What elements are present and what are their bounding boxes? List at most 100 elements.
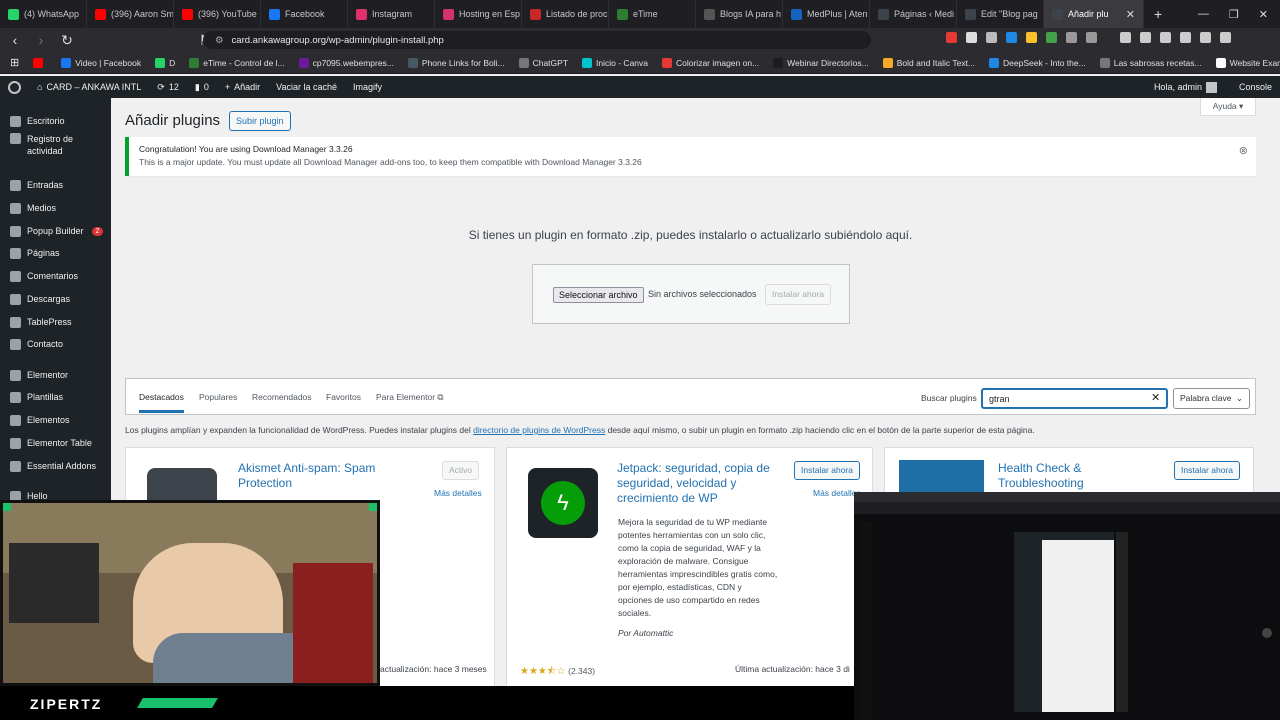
sidebar-item[interactable]: Elementor Table <box>0 432 111 454</box>
tab-favorites[interactable]: Favoritos <box>326 392 361 402</box>
extension-icon[interactable] <box>1006 32 1017 43</box>
bookmark-item[interactable]: Las sabrosas recetas... <box>1099 57 1202 68</box>
bookmark-item[interactable]: D <box>155 57 175 68</box>
console-link[interactable]: Console <box>1231 82 1280 92</box>
dismiss-icon[interactable]: ⊗ <box>1239 144 1248 157</box>
updates-link[interactable]: ⟳ 12 <box>149 82 187 93</box>
bookmark-item[interactable]: Inicio - Canva <box>582 57 648 68</box>
extension-icon[interactable] <box>1086 32 1097 43</box>
maximize-icon[interactable]: ❐ <box>1229 8 1239 21</box>
new-tab-button[interactable]: + <box>1144 6 1172 22</box>
minimize-icon[interactable]: — <box>1198 8 1209 21</box>
browser-tab[interactable]: Facebook <box>261 0 348 28</box>
my-account-link[interactable]: Hola, admin <box>1146 81 1225 93</box>
new-content-link[interactable]: + Añadir <box>217 82 268 92</box>
site-name-link[interactable]: ⌂ CARD – ANKAWA INTL <box>29 82 149 92</box>
sidebar-item[interactable]: Entradas <box>0 174 111 196</box>
browser-tab[interactable]: Hosting en Esp <box>435 0 522 28</box>
sidebar-item[interactable]: Comentarios <box>0 265 111 287</box>
back-icon[interactable]: ‹ <box>8 32 22 48</box>
browser-tab[interactable]: Listado de proc <box>522 0 609 28</box>
sidebar-item[interactable]: Contacto <box>0 333 111 355</box>
sidebar-item[interactable]: Páginas <box>0 242 111 264</box>
bookmark-item[interactable]: Website Examples... <box>1215 57 1280 68</box>
clear-search-icon[interactable]: ✕ <box>1151 391 1160 404</box>
extension-icon[interactable] <box>1046 32 1057 43</box>
search-type-select[interactable]: Palabra clave ⌄ <box>1173 388 1250 409</box>
tab-featured[interactable]: Destacados <box>139 392 184 413</box>
bookmark-favicon-icon <box>1215 57 1226 68</box>
site-info-icon[interactable]: ⚙ <box>215 35 224 46</box>
plugin-name-health-check[interactable]: Health Check & Troubleshooting <box>998 461 1168 491</box>
imagify-link[interactable]: Imagify <box>345 82 390 92</box>
extension-icon[interactable] <box>1160 32 1171 43</box>
plugin-name-jetpack[interactable]: Jetpack: seguridad, copia de seguridad, … <box>617 461 787 506</box>
clear-cache-link[interactable]: Vaciar la caché <box>268 82 345 92</box>
close-tab-icon[interactable]: ✕ <box>1126 8 1135 21</box>
browser-tab-active[interactable]: Añadir plu ✕ <box>1044 0 1144 28</box>
wp-logo-icon[interactable] <box>0 80 29 94</box>
extension-icon[interactable] <box>1200 32 1211 43</box>
mini-tab-bar <box>854 492 1280 502</box>
plus-icon: + <box>224 82 231 92</box>
bookmark-item[interactable]: DeepSeek - Into the... <box>989 57 1086 68</box>
install-jetpack-button[interactable]: Instalar ahora <box>794 461 860 480</box>
plugin-directory-link[interactable]: directorio de plugins de WordPress <box>473 425 605 435</box>
extension-icon[interactable] <box>1026 32 1037 43</box>
apps-icon[interactable]: ⊞ <box>10 56 19 69</box>
bookmark-item[interactable] <box>33 57 47 68</box>
browser-tab[interactable]: MedPlus | Aten <box>783 0 870 28</box>
bookmark-item[interactable]: Bold and Italic Text... <box>882 57 975 68</box>
extension-icon[interactable] <box>986 32 997 43</box>
tab-recommended[interactable]: Recomendados <box>252 392 312 402</box>
sidebar-item[interactable]: Elementos <box>0 409 111 431</box>
extension-icon[interactable] <box>1180 32 1191 43</box>
more-details-link-akismet[interactable]: Más detalles <box>434 488 482 498</box>
browser-tab[interactable]: eTime <box>609 0 696 28</box>
sidebar-item[interactable]: Medios <box>0 197 111 219</box>
address-bar[interactable]: ⚙ card.ankawagroup.org/wp-admin/plugin-i… <box>203 31 871 49</box>
bookmark-item[interactable]: Webinar Directorios... <box>773 57 869 68</box>
install-health-check-button[interactable]: Instalar ahora <box>1174 461 1240 480</box>
extension-icon[interactable] <box>1120 32 1131 43</box>
sidebar-item[interactable]: Plantillas <box>0 386 111 408</box>
forward-icon[interactable]: › <box>34 32 48 48</box>
extension-icon[interactable] <box>946 32 957 43</box>
upload-plugin-button[interactable]: Subir plugin <box>229 111 291 131</box>
extension-icon[interactable] <box>966 32 977 43</box>
close-window-icon[interactable]: ✕ <box>1259 8 1268 21</box>
browser-tab[interactable]: Edit "Blog pag <box>957 0 1044 28</box>
bookmark-item[interactable]: Video | Facebook <box>61 57 141 68</box>
bookmark-item[interactable]: ChatGPT <box>518 57 568 68</box>
sidebar-item[interactable]: Escritorio <box>0 110 111 132</box>
plugin-name-akismet[interactable]: Akismet Anti-spam: Spam Protection <box>238 461 408 491</box>
browser-tab[interactable]: Blogs IA para h <box>696 0 783 28</box>
browser-tab[interactable]: (4) WhatsApp <box>0 0 87 28</box>
browser-tab[interactable]: Páginas ‹ Medi <box>870 0 957 28</box>
plugin-filter-bar: Destacados Populares Recomendados Favori… <box>125 378 1256 415</box>
browser-tab[interactable]: (396) YouTube <box>174 0 261 28</box>
sidebar-item[interactable]: Essential Addons <box>0 455 111 477</box>
browser-tab[interactable]: Instagram <box>348 0 435 28</box>
bookmark-item[interactable]: Phone Links for Boli... <box>407 57 505 68</box>
extension-icon[interactable] <box>1140 32 1151 43</box>
help-tab-button[interactable]: Ayuda ▾ <box>1200 98 1256 116</box>
choose-file-button[interactable]: Seleccionar archivo <box>553 287 644 303</box>
tab-elementor[interactable]: Para Elementor ⧉ <box>376 392 444 403</box>
tab-popular[interactable]: Populares <box>199 392 237 402</box>
reload-icon[interactable]: ↻ <box>60 32 74 49</box>
comments-link[interactable]: ▮ 0 <box>187 82 217 93</box>
extension-icon[interactable] <box>1220 32 1231 43</box>
install-now-button[interactable]: Instalar ahora <box>765 284 831 305</box>
browser-tab[interactable]: (396) Aaron Sm <box>87 0 174 28</box>
bookmark-item[interactable]: cp7095.webempres... <box>298 57 394 68</box>
sidebar-item[interactable]: Popup Builder 2 <box>0 220 111 242</box>
sidebar-item[interactable]: TablePress <box>0 311 111 333</box>
bookmark-item[interactable]: eTime - Control de l... <box>189 57 285 68</box>
sidebar-item[interactable]: Descargas <box>0 288 111 310</box>
sidebar-item[interactable]: Registro de actividad <box>0 133 111 165</box>
sidebar-item[interactable]: Elementor <box>0 364 111 386</box>
extension-icon[interactable] <box>1066 32 1077 43</box>
search-input[interactable]: gtran <box>981 388 1168 409</box>
bookmark-item[interactable]: Colorizar imagen on... <box>662 57 759 68</box>
